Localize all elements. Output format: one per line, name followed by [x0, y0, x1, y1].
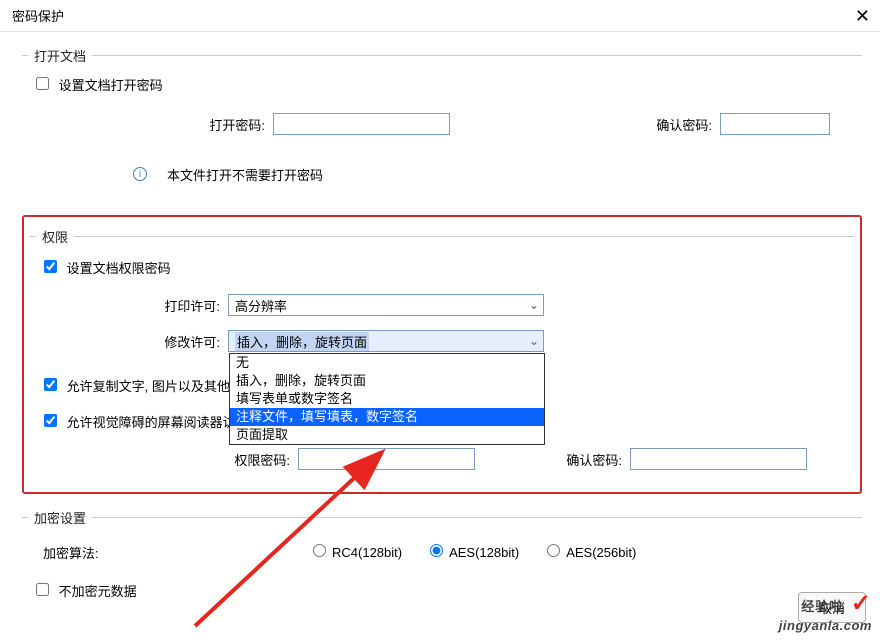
close-icon[interactable]: ✕	[855, 6, 870, 27]
open-password-label: 打开密码:	[28, 115, 273, 134]
set-perm-password-checkbox[interactable]: 设置文档权限密码	[44, 258, 171, 277]
open-confirm-input[interactable]	[720, 113, 830, 135]
modify-option[interactable]: 注释文件，填写填表，数字签名	[230, 408, 544, 426]
modify-option[interactable]: 填写表单或数字签名	[230, 390, 544, 408]
open-doc-section: 打开文档 设置文档打开密码 打开密码: 确认密码: i 本文件打开不需要打开密码	[22, 46, 862, 203]
set-open-password-checkbox[interactable]: 设置文档打开密码	[36, 75, 163, 94]
encryption-section: 加密设置 加密算法: RC4(128bit) AES(128bit) AES(2…	[22, 508, 862, 619]
modify-permission-dropdown: 无 插入，删除，旋转页面 填写表单或数字签名 注释文件，填写填表，数字签名 页面…	[229, 353, 545, 445]
aes128-radio[interactable]: AES(128bit)	[430, 544, 519, 560]
perm-confirm-label: 确认密码:	[475, 450, 630, 469]
allow-reader-checkbox[interactable]: 允许视觉障碍的屏幕阅读器访	[44, 412, 236, 431]
title-bar: 密码保护 ✕	[0, 0, 880, 32]
rc4-radio[interactable]: RC4(128bit)	[313, 544, 402, 560]
open-info-text: 本文件打开不需要打开密码	[167, 165, 323, 184]
permission-section: 权限 设置文档权限密码 打印许可: 高分辨率 ⌄ 修改许可: 插入，删除，旋转页…	[30, 227, 854, 474]
no-meta-encrypt-checkbox[interactable]: 不加密元数据	[36, 581, 137, 600]
modify-option[interactable]: 无	[230, 354, 544, 372]
dialog-title: 密码保护	[12, 6, 64, 25]
encryption-legend: 加密设置	[28, 508, 92, 527]
open-doc-legend: 打开文档	[28, 46, 92, 65]
button-bar: 取消	[798, 592, 874, 623]
modify-permission-select[interactable]: 插入，删除，旋转页面 ⌄ 无 插入，删除，旋转页面 填写表单或数字签名 注释文件…	[228, 330, 544, 352]
chevron-down-icon: ⌄	[529, 298, 539, 312]
chevron-down-icon: ⌄	[529, 334, 539, 348]
aes256-radio[interactable]: AES(256bit)	[547, 544, 636, 560]
perm-password-input[interactable]	[298, 448, 475, 470]
print-permission-select[interactable]: 高分辨率 ⌄	[228, 294, 544, 316]
open-confirm-label: 确认密码:	[450, 115, 720, 134]
modify-option[interactable]: 页面提取	[230, 426, 544, 444]
permission-highlight-box: 权限 设置文档权限密码 打印许可: 高分辨率 ⌄ 修改许可: 插入，删除，旋转页…	[22, 215, 862, 494]
modify-option[interactable]: 插入，删除，旋转页面	[230, 372, 544, 390]
open-password-input[interactable]	[273, 113, 450, 135]
info-icon: i	[133, 167, 147, 181]
modify-permission-label: 修改许可:	[36, 332, 228, 351]
cancel-button[interactable]: 取消	[798, 592, 866, 623]
allow-copy-checkbox[interactable]: 允许复制文字, 图片以及其他	[44, 376, 230, 395]
perm-password-label: 权限密码:	[36, 450, 298, 469]
print-permission-label: 打印许可:	[36, 296, 228, 315]
permission-legend: 权限	[36, 227, 74, 246]
perm-confirm-input[interactable]	[630, 448, 807, 470]
algorithm-label: 加密算法:	[28, 543, 123, 562]
